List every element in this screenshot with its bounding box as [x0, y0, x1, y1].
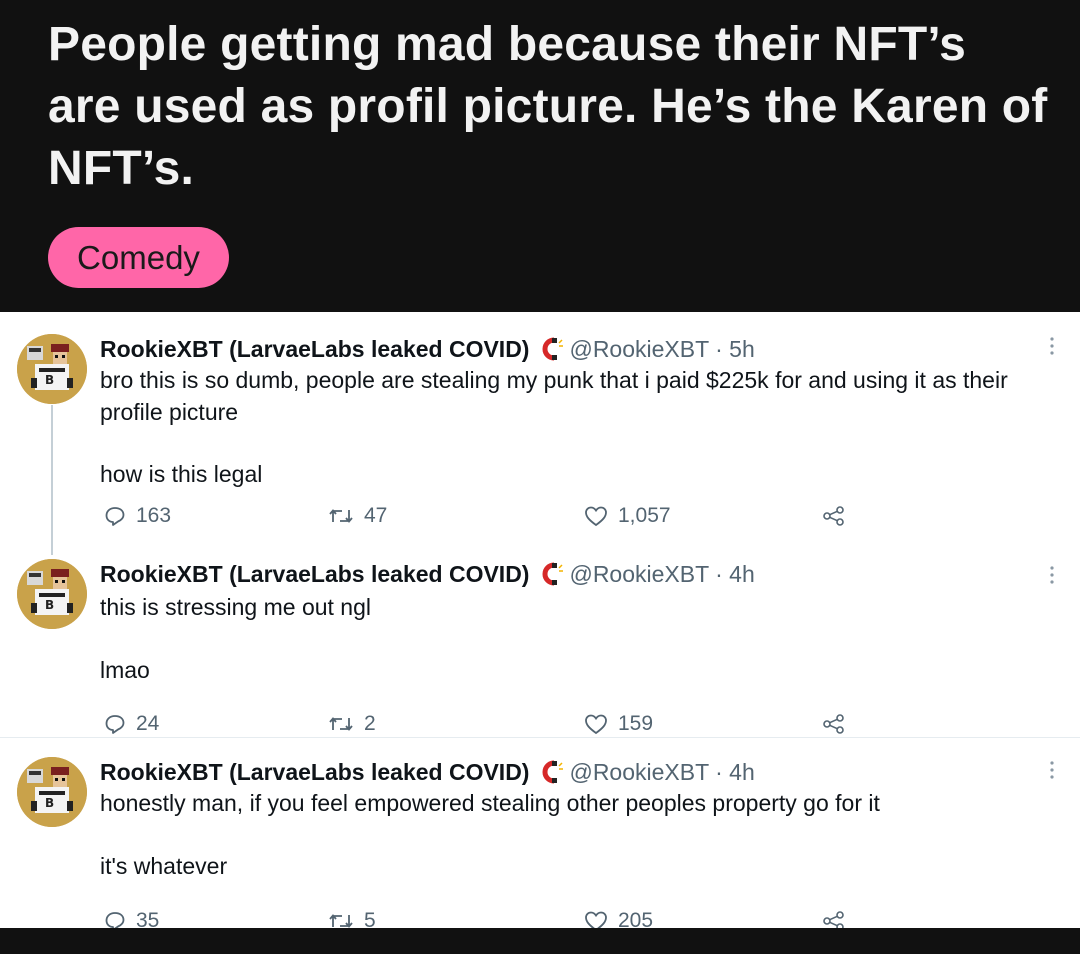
author-handle[interactable]: @RookieXBT: [569, 561, 708, 587]
author-name[interactable]: RookieXBT (LarvaeLabs leaked COVID): [100, 561, 529, 587]
tweet-time[interactable]: · 5h: [715, 336, 755, 362]
avatar[interactable]: B: [17, 757, 87, 827]
retweet-icon: [329, 717, 353, 731]
post-header: People getting mad because their NFT’s a…: [0, 0, 1080, 312]
reply-count: 163: [136, 504, 172, 527]
reply-button[interactable]: 24: [104, 709, 159, 739]
tweet-actions: 163 47 1,057: [100, 501, 1060, 531]
magnet-icon: [537, 562, 564, 593]
retweet-icon: [329, 509, 353, 523]
svg-text:B: B: [45, 796, 54, 810]
tweet-text: this is stressing me out ngl: [100, 594, 372, 620]
tweet-time[interactable]: · 4h: [715, 759, 755, 785]
tweet-header: RookieXBT (LarvaeLabs leaked COVID) @Rook…: [100, 334, 755, 368]
tweet-time[interactable]: · 4h: [715, 561, 755, 587]
retweet-button[interactable]: 47: [328, 501, 387, 531]
tweet-header: RookieXBT (LarvaeLabs leaked COVID) @Rook…: [100, 757, 755, 791]
more-icon[interactable]: [1049, 336, 1055, 356]
thread-line: [51, 405, 53, 555]
share-button[interactable]: [822, 501, 856, 531]
like-button[interactable]: 159: [584, 709, 653, 739]
like-count: 1,057: [618, 504, 671, 527]
reply-icon: [105, 507, 125, 526]
retweet-count: 47: [364, 504, 388, 527]
tweet: B RookieXBT (LarvaeLabs leaked COVID) @Ro…: [0, 541, 1080, 737]
more-icon[interactable]: [1049, 760, 1055, 780]
tweet: B RookieXBT (LarvaeLabs leaked COVID) @Ro…: [0, 737, 1080, 932]
like-button[interactable]: 1,057: [584, 501, 671, 531]
reply-button[interactable]: 163: [104, 501, 171, 531]
share-button[interactable]: [822, 709, 856, 739]
avatar[interactable]: B: [17, 559, 87, 629]
avatar[interactable]: B: [17, 334, 87, 404]
tweet-text: how is this legal: [100, 461, 263, 487]
more-icon[interactable]: [1049, 565, 1055, 585]
retweet-count: 2: [364, 712, 376, 735]
flair-badge[interactable]: Comedy: [48, 227, 229, 288]
tweet-header: RookieXBT (LarvaeLabs leaked COVID) @Rook…: [100, 559, 755, 593]
svg-text:B: B: [45, 373, 54, 387]
retweet-button[interactable]: 2: [328, 709, 376, 739]
svg-text:B: B: [45, 598, 54, 612]
heart-icon: [585, 506, 607, 527]
tweet-text: bro this is so dumb, people are stealing…: [100, 367, 1008, 425]
tweet-text: lmao: [100, 657, 150, 683]
bottom-bar: [0, 928, 1080, 954]
reply-icon: [105, 715, 125, 734]
author-handle[interactable]: @RookieXBT: [569, 759, 708, 785]
tweet-text: it's whatever: [100, 853, 228, 879]
tweet: B RookieXBT (LarvaeLabs leaked COVID) @Ro…: [0, 312, 1080, 555]
like-count: 159: [618, 712, 654, 735]
tweet-screenshot: B RookieXBT (LarvaeLabs leaked COVID) @Ro…: [0, 312, 1080, 932]
tweet-actions: 24 2 159: [100, 709, 1060, 739]
reply-count: 24: [136, 712, 160, 735]
share-icon: [823, 714, 844, 734]
post-title: People getting mad because their NFT’s a…: [48, 18, 1048, 195]
author-name[interactable]: RookieXBT (LarvaeLabs leaked COVID): [100, 336, 529, 362]
author-handle[interactable]: @RookieXBT: [569, 336, 708, 362]
author-name[interactable]: RookieXBT (LarvaeLabs leaked COVID): [100, 759, 529, 785]
tweet-text: honestly man, if you feel empowered stea…: [100, 790, 880, 816]
share-icon: [823, 506, 844, 526]
heart-icon: [585, 714, 607, 735]
